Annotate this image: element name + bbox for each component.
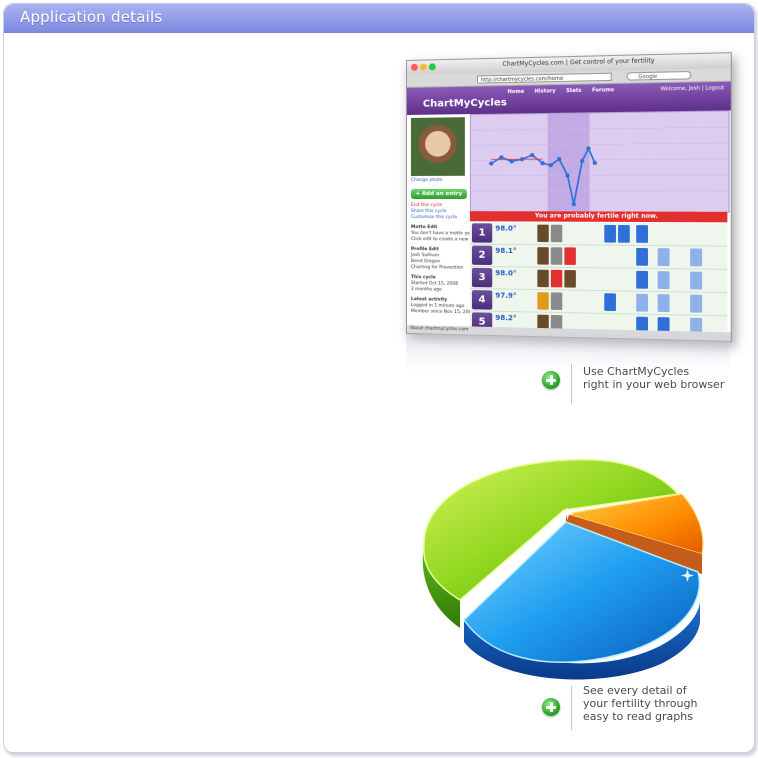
cycle-age: 2 months ago bbox=[410, 287, 442, 293]
day-number: 3 bbox=[471, 267, 493, 288]
browser-screenshot: ChartMyCycles.com | Get control of your … bbox=[406, 52, 732, 342]
minimize-dot-icon bbox=[419, 63, 427, 71]
cycle-heading: This cycle bbox=[410, 275, 436, 281]
motto-heading: Motto Edit bbox=[410, 225, 438, 231]
temperature-chart-svg bbox=[471, 113, 729, 212]
feature-caption-browser: Use ChartMyCycles right in your web brow… bbox=[583, 365, 724, 391]
activity-heading: Latest activity bbox=[410, 297, 448, 303]
day-number: 1 bbox=[471, 223, 493, 243]
day-entry-row: 2 98.1° bbox=[469, 244, 728, 270]
browser-window-title: ChartMyCycles.com | Get control of your … bbox=[502, 57, 655, 68]
site-body: Change photo + Add an entry End this cyc… bbox=[406, 110, 731, 341]
site-sidebar: Change photo + Add an entry End this cyc… bbox=[407, 114, 480, 334]
day-temperature: 98.2° bbox=[495, 313, 517, 323]
pie-chart-illustration bbox=[422, 458, 704, 680]
profile-name: Josh Sullivan bbox=[410, 253, 440, 259]
profile-photo bbox=[410, 117, 465, 176]
browser-search-field: Google bbox=[626, 70, 692, 81]
close-dot-icon bbox=[410, 63, 418, 71]
caption-line: right in your web browser bbox=[583, 378, 725, 391]
feature-divider bbox=[571, 686, 572, 730]
site-welcome: Welcome, Josh | Logout bbox=[660, 85, 725, 93]
site-nav-history: History bbox=[534, 88, 556, 95]
address-bar: http://chartmycycles.com/home bbox=[477, 72, 612, 84]
feature-divider bbox=[571, 364, 572, 404]
site-nav-forums: Forums bbox=[592, 87, 615, 94]
activity-member-since: Member since Nov 15, 2008 bbox=[410, 309, 475, 316]
plus-icon[interactable] bbox=[542, 698, 560, 716]
site-nav-home: Home bbox=[507, 88, 525, 96]
end-cycle-link: End this cycle bbox=[410, 203, 443, 209]
profile-location: Bend Oregon bbox=[410, 259, 441, 265]
caption-line: Use ChartMyCycles bbox=[583, 365, 690, 378]
motto-text: You don't have a motto yet. bbox=[410, 231, 474, 237]
temperature-chart bbox=[469, 110, 730, 213]
day-temperature: 98.0° bbox=[495, 224, 517, 233]
add-entry-button: + Add an entry bbox=[410, 188, 467, 200]
day-temperature: 98.0° bbox=[495, 269, 517, 278]
customize-cycle-link: Customize this cycle bbox=[410, 215, 458, 221]
cycle-start: Started Oct 15, 2008 bbox=[410, 281, 459, 287]
plus-icon[interactable] bbox=[542, 371, 560, 389]
day-temperature: 97.9° bbox=[495, 291, 517, 300]
activity-login: Logged in 1 minute ago bbox=[410, 303, 465, 310]
caption-line: See every detail of bbox=[583, 684, 687, 697]
day-entry-row: 1 98.0° bbox=[469, 222, 728, 247]
day-number: 2 bbox=[471, 245, 493, 266]
application-details-panel: Application details ChartMyCycles.com | … bbox=[3, 3, 755, 753]
caption-line: your fertility through bbox=[583, 697, 698, 710]
day-number: 4 bbox=[471, 290, 493, 310]
fertile-banner: You are probably fertile right now. bbox=[469, 211, 728, 223]
zoom-dot-icon bbox=[428, 63, 436, 71]
site-nav: Home History Stats Forums bbox=[508, 87, 615, 95]
feature-caption-graphs: See every detail of your fertility throu… bbox=[583, 684, 697, 723]
panel-title: Application details bbox=[20, 8, 163, 26]
share-cycle-link: Share this cycle bbox=[410, 209, 447, 215]
profile-heading: Profile Edit bbox=[410, 247, 439, 253]
panel-header: Application details bbox=[4, 4, 754, 33]
day-entries: 1 98.0° 2 98.1° 3 98.0° 4 97.9° 5 98.2° bbox=[469, 222, 728, 340]
site-nav-stats: Stats bbox=[566, 87, 582, 95]
site-logo-text: ChartMyCycles bbox=[422, 97, 507, 110]
day-temperature: 98.1° bbox=[495, 246, 517, 256]
caption-line: easy to read graphs bbox=[583, 710, 693, 723]
change-photo-link: Change photo bbox=[410, 177, 443, 183]
profile-goal: Charting for Prevention bbox=[410, 265, 464, 271]
